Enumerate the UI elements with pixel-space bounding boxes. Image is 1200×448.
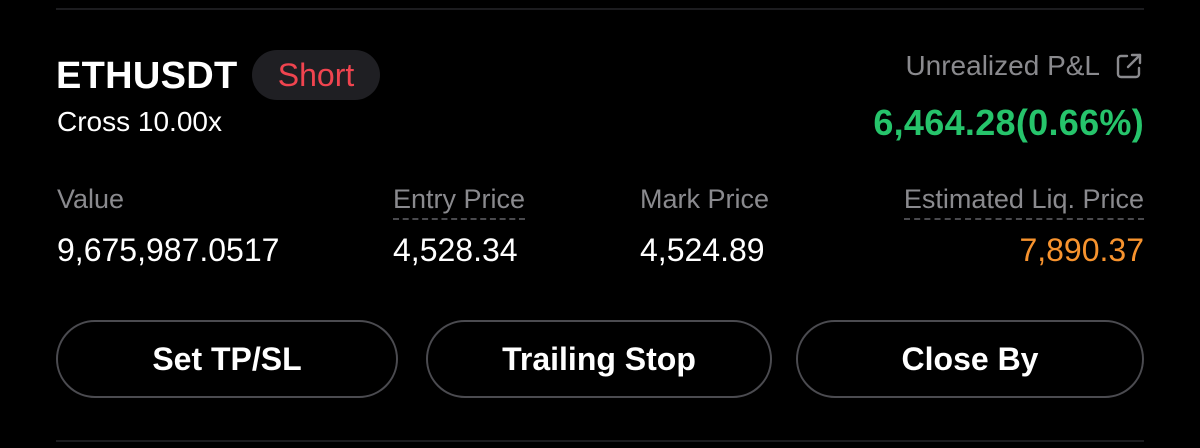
entry-price-value: 4,528.34 — [393, 232, 518, 268]
pnl-label: Unrealized P&L — [905, 50, 1100, 81]
position-symbol[interactable]: ETHUSDT — [56, 53, 238, 99]
top-divider — [56, 8, 1144, 10]
pnl-header[interactable]: Unrealized P&L — [905, 48, 1144, 84]
liq-price-label[interactable]: Estimated Liq. Price — [903, 182, 1144, 220]
mark-price-label: Mark Price — [640, 184, 770, 214]
set-tpsl-button[interactable]: Set TP/SL — [56, 320, 398, 398]
value-label: Value — [57, 184, 125, 214]
trailing-stop-button[interactable]: Trailing Stop — [426, 320, 772, 398]
close-by-button[interactable]: Close By — [796, 320, 1144, 398]
share-external-icon[interactable] — [1114, 51, 1144, 81]
liq-price-value: 7,890.37 — [1019, 232, 1144, 268]
pnl-value: 6,464.28(0.66%) — [873, 102, 1144, 143]
bottom-divider — [56, 440, 1144, 442]
side-badge: Short — [252, 50, 380, 100]
margin-mode[interactable]: Cross 10.00x — [57, 105, 222, 139]
mark-price-value: 4,524.89 — [640, 232, 765, 268]
position-value: 9,675,987.0517 — [57, 232, 280, 268]
entry-price-label[interactable]: Entry Price — [393, 182, 526, 220]
